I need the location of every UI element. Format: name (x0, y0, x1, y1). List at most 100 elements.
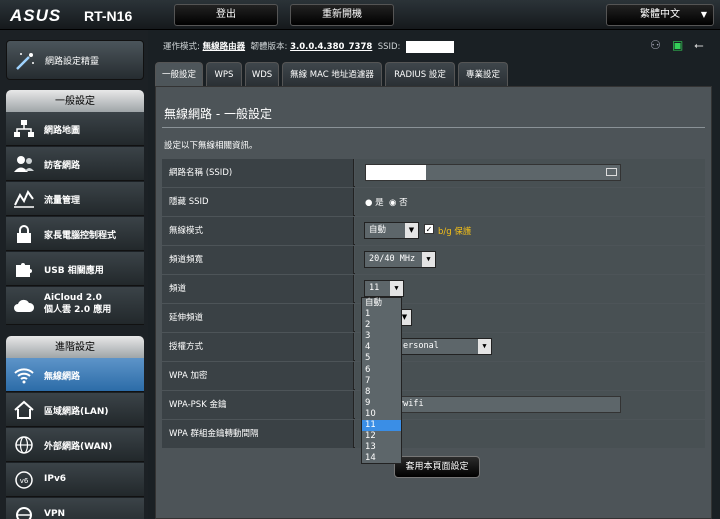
brand-logo: ASUS (10, 6, 62, 25)
firmware-label: 韌體版本: (250, 42, 288, 52)
tab-radius[interactable]: RADIUS 設定 (385, 62, 455, 86)
chevron-down-icon: ▼ (422, 252, 435, 267)
channel-dropdown-list[interactable]: 自動 1 2 3 4 5 6 7 8 9 10 11 12 13 14 (361, 297, 402, 464)
sidebar-item-label: 區域網路(LAN) (44, 407, 109, 417)
channel-bandwidth-select[interactable]: 20/40 MHz ▼ (364, 251, 436, 268)
sidebar-item-guest-network[interactable]: 訪客網路 (6, 147, 144, 181)
quick-setup-button[interactable]: 網路設定精靈 (6, 40, 144, 80)
channel-option[interactable]: 自動 (362, 298, 401, 309)
clients-icon[interactable]: ⚇ (650, 38, 664, 52)
sidebar-item-label: VPN (44, 509, 66, 519)
quick-setup-label: 網路設定精靈 (45, 57, 100, 67)
channel-option[interactable]: 5 (362, 353, 401, 364)
apply-button[interactable]: 套用本頁面設定 (394, 456, 480, 478)
row-wireless-mode: 無線模式 自動 ▼ ✓ b/g 保護 (162, 217, 705, 245)
ssid-input[interactable] (365, 164, 621, 181)
chevron-down-icon: ▼ (390, 281, 403, 296)
wpa-psk-input[interactable]: ywifi (395, 396, 621, 413)
ssid-value-redacted (406, 40, 455, 53)
wireless-mode-label: 無線模式 (162, 217, 354, 245)
row-hide-ssid: 隱藏 SSID ● 是 ◉ 否 (162, 188, 705, 216)
sidebar-item-lan[interactable]: 區域網路(LAN) (6, 393, 144, 427)
channel-option[interactable]: 3 (362, 331, 401, 342)
sidebar: 網路設定精靈 一般設定 網路地圖 訪客網路 流量管理 家長電腦控制程式 USB … (0, 30, 148, 519)
tab-wps[interactable]: WPS (206, 62, 242, 86)
channel-option[interactable]: 1 (362, 309, 401, 320)
radio-no-icon[interactable]: ◉ (389, 198, 396, 208)
operation-mode-link[interactable]: 無線路由器 (203, 42, 246, 52)
tab-professional[interactable]: 專業設定 (458, 62, 508, 86)
tab-wds[interactable]: WDS (245, 62, 279, 86)
channel-option[interactable]: 14 (362, 453, 401, 464)
sidebar-item-ipv6[interactable]: v6 IPv6 (6, 463, 144, 497)
channel-option[interactable]: 7 (362, 376, 401, 387)
chevron-down-icon: ▼ (405, 223, 418, 238)
ssid-field-label: 網路名稱 (SSID) (162, 159, 354, 187)
sidebar-item-label: IPv6 (44, 474, 67, 484)
vpn-icon (16, 507, 32, 519)
firmware-version-link[interactable]: 3.0.0.4.380_7378 (290, 42, 372, 52)
ssid-value-redacted (366, 165, 426, 180)
sidebar-item-vpn[interactable]: VPN (6, 498, 144, 519)
sidebar-item-wireless[interactable]: 無線網路 (6, 358, 144, 392)
sidebar-item-label: 無線網路 (44, 372, 81, 382)
row-ssid: 網路名稱 (SSID) (162, 159, 705, 187)
wireless-mode-select[interactable]: 自動 ▼ (364, 222, 419, 239)
network-status-icon[interactable]: ▣ (672, 38, 686, 52)
main-panel: 無線網路 - 一般設定 設定以下無線相關資訊。 網路名稱 (SSID) 隱藏 S… (155, 86, 712, 519)
radio-yes-icon[interactable]: ● (365, 198, 372, 208)
channel-label: 頻道 (162, 275, 354, 303)
sidebar-item-parental-control[interactable]: 家長電腦控制程式 (6, 217, 144, 251)
globe-icon (15, 436, 33, 454)
channel-select[interactable]: 11 ▼ (364, 280, 404, 297)
reboot-button[interactable]: 重新開機 (290, 4, 394, 26)
tab-mac-filter[interactable]: 無線 MAC 地址過濾器 (282, 62, 382, 86)
channel-value: 11 (369, 283, 380, 293)
advanced-section-title: 進階設定 (6, 336, 144, 358)
ipv6-icon: v6 (15, 471, 33, 489)
channel-option[interactable]: 12 (362, 431, 401, 442)
ssid-label: SSID: (377, 42, 401, 52)
tab-general[interactable]: 一般設定 (155, 62, 203, 86)
logout-button[interactable]: 登出 (174, 4, 278, 26)
sidebar-item-usb-application[interactable]: USB 相關應用 (6, 252, 144, 286)
lock-icon (17, 225, 31, 243)
auth-method-value: ersonal (403, 341, 439, 351)
traffic-chart-icon (14, 189, 34, 208)
channel-option[interactable]: 4 (362, 342, 401, 353)
sidebar-item-wan[interactable]: 外部網路(WAN) (6, 428, 144, 462)
general-section-title: 一般設定 (6, 90, 144, 112)
sidebar-item-aicloud[interactable]: AiCloud 2.0 個人雲 2.0 應用 (6, 287, 144, 325)
usb-icon[interactable]: ⭠ (694, 38, 708, 52)
wireless-mode-value: 自動 (369, 225, 387, 235)
channel-option[interactable]: 2 (362, 320, 401, 331)
channel-option[interactable]: 6 (362, 365, 401, 376)
users-icon (14, 156, 34, 172)
sidebar-item-label: 外部網路(WAN) (44, 442, 113, 452)
channel-bandwidth-value: 20/40 MHz (369, 254, 416, 264)
model-name: RT-N16 (84, 8, 133, 24)
hide-ssid-radio-group: ● 是 ◉ 否 (365, 196, 408, 208)
status-info-bar: 運作模式: 無線路由器 韌體版本: 3.0.0.4.380_7378 SSID: (163, 40, 455, 53)
row-channel-bandwidth: 頻道頻寬 20/40 MHz ▼ (162, 246, 705, 274)
keyboard-icon (606, 168, 617, 176)
auth-method-label: 授權方式 (162, 333, 354, 361)
sidebar-item-traffic-manager[interactable]: 流量管理 (6, 182, 144, 216)
channel-option[interactable]: 10 (362, 409, 401, 420)
channel-option[interactable]: 11 (362, 420, 401, 432)
language-select[interactable]: 繁體中文 ▼ (606, 4, 714, 26)
wpa-encryption-label: WPA 加密 (162, 362, 354, 390)
channel-option[interactable]: 9 (362, 398, 401, 409)
channel-option[interactable]: 8 (362, 387, 401, 398)
row-auth-method: 授權方式 ersonal ▼ (162, 333, 705, 361)
group-rekey-label: WPA 群組金鑰轉動間隔 (162, 420, 354, 448)
bg-protection-label: b/g 保護 (438, 227, 472, 237)
channel-bandwidth-label: 頻道頻寬 (162, 246, 354, 274)
row-wpa-psk: WPA-PSK 金鑰 ywifi (162, 391, 705, 419)
sidebar-item-network-map[interactable]: 網路地圖 (6, 112, 144, 146)
row-wpa-encryption: WPA 加密 (162, 362, 705, 390)
sidebar-item-label: 訪客網路 (44, 161, 81, 171)
channel-option[interactable]: 13 (362, 442, 401, 453)
bg-protection-checkbox[interactable]: ✓ (424, 224, 434, 234)
puzzle-icon (16, 263, 32, 277)
